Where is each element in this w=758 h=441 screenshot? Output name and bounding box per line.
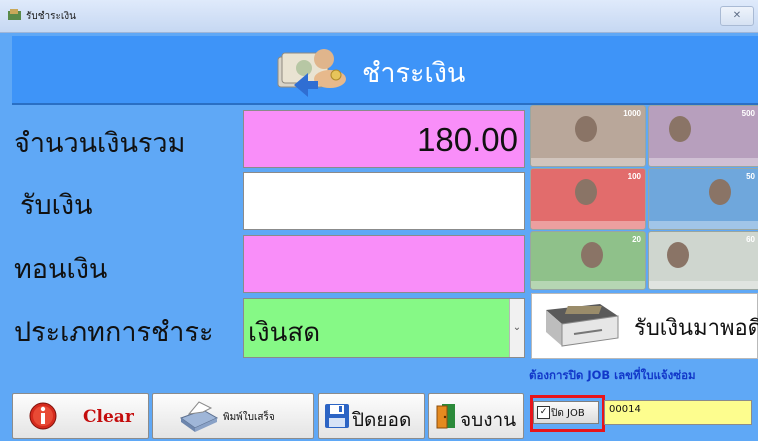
- chevron-down-icon[interactable]: ⌄: [509, 299, 524, 357]
- banknote-portrait: [667, 242, 689, 268]
- banknote-value: 20: [632, 235, 641, 244]
- payment-method-value: เงินสด: [248, 318, 321, 348]
- payment-method-label: ประเภทการชำระ: [14, 317, 214, 348]
- receive-label: รับเงิน: [20, 190, 93, 221]
- banknote-portrait: [581, 242, 603, 268]
- total-label: จำนวนเงินรวม: [14, 128, 186, 159]
- receive-amount-input[interactable]: [243, 172, 525, 230]
- page-title: ชำระเงิน: [362, 58, 466, 89]
- banknote-portrait: [669, 116, 691, 142]
- print-receipt-button[interactable]: พิมพ์ใบเสร็จ: [152, 393, 314, 439]
- banknote-20-button[interactable]: 20: [530, 231, 646, 290]
- app-icon: [8, 9, 21, 20]
- checkbox-checked-icon: ✓: [537, 406, 550, 419]
- job-number-input[interactable]: 00014: [604, 400, 752, 425]
- banknote-portrait: [575, 179, 597, 205]
- banknote-value: 60: [746, 235, 755, 244]
- window-title: รับชำระเงิน: [26, 11, 76, 22]
- clear-label: Clear: [83, 407, 134, 427]
- total-amount-value: 180.00: [417, 121, 518, 158]
- payment-window: รับชำระเงิน ✕ ชำระเงิน จำนวนเงินรวม 180.…: [0, 0, 758, 441]
- cash-drawer-icon: [546, 304, 619, 347]
- banknote-value: 50: [746, 172, 755, 181]
- banknote-500-button[interactable]: 500: [648, 105, 758, 167]
- exit-label: จบงาน: [460, 409, 517, 431]
- title-bar: รับชำระเงิน ✕: [0, 0, 758, 33]
- info-icon: [29, 402, 57, 430]
- banknote-portrait: [709, 179, 731, 205]
- banknote-1000-button[interactable]: 1000: [530, 105, 646, 167]
- close-day-label: ปิดยอด: [352, 409, 412, 431]
- payment-header: ชำระเงิน: [12, 36, 758, 105]
- banknote-value: 1000: [623, 109, 641, 118]
- banknote-50-button[interactable]: 50: [648, 168, 758, 230]
- close-day-button[interactable]: ปิดยอด: [318, 393, 425, 439]
- exact-amount-button[interactable]: รับเงินมาพอดี: [531, 293, 758, 359]
- banknote-value: 500: [741, 109, 755, 118]
- close-job-prompt: ต้องการปิด JOB เลขที่ใบแจ้งซ่อม: [529, 368, 696, 382]
- close-button[interactable]: ✕: [720, 6, 754, 26]
- close-job-checkbox-label: ปิด JOB: [551, 408, 585, 419]
- change-label: ทอนเงิน: [14, 254, 108, 285]
- payment-icon: [277, 49, 346, 97]
- payment-method-select[interactable]: เงินสด ⌄: [243, 298, 525, 358]
- banknote-portrait: [575, 116, 597, 142]
- banknote-value: 100: [627, 172, 641, 181]
- exit-door-icon: [436, 404, 455, 429]
- save-icon: [325, 404, 349, 428]
- total-amount-field[interactable]: 180.00: [243, 110, 525, 168]
- exact-amount-label: รับเงินมาพอดี: [634, 316, 758, 341]
- clear-button[interactable]: Clear: [12, 393, 149, 439]
- change-amount-field: [243, 235, 525, 293]
- close-job-panel: ต้องการปิด JOB เลขที่ใบแจ้งซ่อม ✓ ปิด JO…: [527, 363, 758, 441]
- banknote-100-button[interactable]: 100: [530, 168, 646, 230]
- close-job-checkbox[interactable]: ✓ ปิด JOB: [533, 401, 599, 424]
- print-receipt-label: พิมพ์ใบเสร็จ: [223, 412, 275, 423]
- printer-icon: [179, 401, 219, 432]
- banknote-60-button[interactable]: 60: [648, 231, 758, 290]
- exit-button[interactable]: จบงาน: [428, 393, 524, 439]
